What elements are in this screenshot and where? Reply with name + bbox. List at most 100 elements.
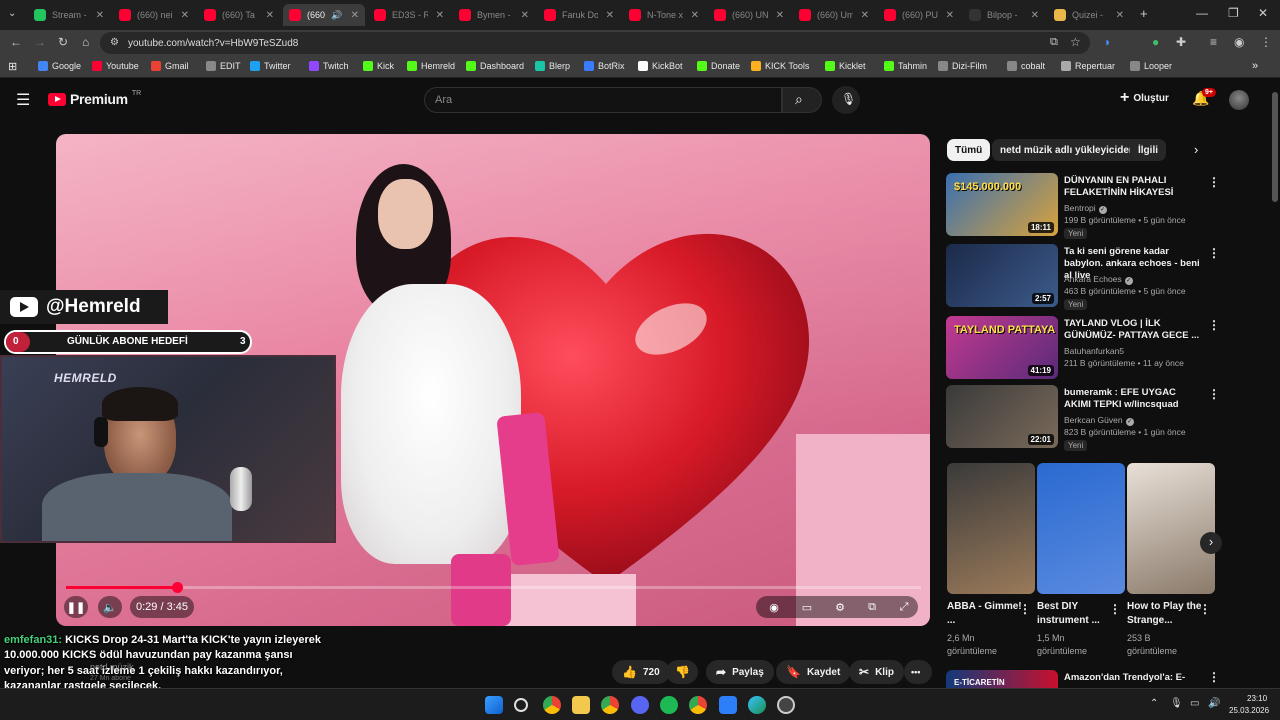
youtube-logo[interactable]: Premium TR: [48, 90, 141, 107]
dislike-button[interactable]: 👎: [666, 660, 698, 684]
browser-tab[interactable]: Faruk Doj ✕: [538, 4, 620, 26]
back-icon[interactable]: ←: [10, 35, 22, 49]
filter-chip[interactable]: netd müzik adlı yükleyiciden: [992, 139, 1144, 161]
tab-audio-icon[interactable]: 🔊: [331, 10, 342, 21]
install-icon[interactable]: ⧉: [1050, 36, 1058, 49]
tab-close-icon[interactable]: ✕: [606, 10, 614, 21]
taskbar-file-explorer-icon[interactable]: [572, 696, 590, 714]
recommendation-channel[interactable]: Berkcan Güven ✓: [1064, 415, 1134, 426]
close-window-icon[interactable]: ✕: [1258, 6, 1268, 20]
bottom-recommendation[interactable]: E-TİCARETİN Amazon'dan Trendyol'a: E- ⋮: [946, 670, 1216, 688]
taskbar-discord-icon[interactable]: [631, 696, 649, 714]
bookmark-item[interactable]: Hemreld: [407, 61, 455, 71]
tab-close-icon[interactable]: ✕: [1031, 10, 1039, 21]
browser-tab[interactable]: ED3S - RI ✕: [368, 4, 450, 26]
shorts-next-button[interactable]: ›: [1200, 532, 1222, 554]
browser-tab[interactable]: Bymen - ✕: [453, 4, 535, 26]
tab-close-icon[interactable]: ✕: [181, 10, 189, 21]
fullscreen-icon[interactable]: ⤢: [896, 596, 912, 618]
short-thumbnail[interactable]: [1037, 463, 1125, 594]
subtitles-icon[interactable]: ▭: [799, 596, 815, 618]
bookmark-item[interactable]: Youtube: [92, 61, 139, 71]
search-button[interactable]: ⌕: [782, 87, 822, 113]
play-pause-button[interactable]: ❚❚: [64, 596, 88, 618]
recommendation-thumbnail[interactable]: TAYLAND PATTAYA 41:19: [946, 316, 1058, 379]
tray-volume-icon[interactable]: 🔊: [1208, 698, 1220, 709]
recommendation-item[interactable]: 22:01 bumeramk : EFE UYGAC AKIMI TEPKI w/…: [946, 385, 1220, 451]
settings-icon[interactable]: ⚙: [832, 596, 848, 618]
scrollbar-thumb[interactable]: [1272, 92, 1278, 202]
reload-icon[interactable]: ↻: [58, 35, 68, 49]
taskbar-search-icon[interactable]: [514, 698, 528, 712]
video-progress-bar[interactable]: [66, 582, 921, 593]
miniplayer-icon[interactable]: ⧉: [864, 596, 880, 618]
filter-chip[interactable]: Tümü: [947, 139, 991, 161]
share-button[interactable]: ➦ Paylaş: [706, 660, 774, 684]
browser-tab[interactable]: (660) Ta k ✕: [198, 4, 280, 26]
page-scrollbar[interactable]: [1270, 78, 1280, 688]
address-bar[interactable]: ⚙ youtube.com/watch?v=HbW9TeSZud8 ⧉ ☆: [100, 32, 1090, 54]
new-tab-button[interactable]: +: [1140, 6, 1148, 21]
recommendation-item[interactable]: 2:57 Ta ki seni görene kadar babylon. ank…: [946, 244, 1220, 310]
recommendation-more-icon[interactable]: ⋮: [1208, 246, 1220, 260]
browser-tab[interactable]: (660) UNL ✕: [708, 4, 790, 26]
bookmark-item[interactable]: Twitch: [309, 61, 349, 71]
recommendation-thumbnail[interactable]: $145.000.000 18:11: [946, 173, 1058, 236]
home-icon[interactable]: ⌂: [82, 35, 89, 49]
bookmark-item[interactable]: KICK Tools: [751, 61, 809, 71]
bookmark-item[interactable]: Donate: [697, 61, 740, 71]
notifications-button[interactable]: 🔔 9+: [1192, 88, 1216, 108]
bookmark-star-icon[interactable]: ☆: [1070, 35, 1081, 49]
tab-close-icon[interactable]: ✕: [266, 10, 274, 21]
tab-close-icon[interactable]: ✕: [521, 10, 529, 21]
bookmark-item[interactable]: Kicklet: [825, 61, 866, 71]
recommendation-item[interactable]: $145.000.000 18:11 DÜNYANIN EN PAHALI FELA…: [946, 173, 1220, 239]
menu-icon[interactable]: ⋮: [1260, 35, 1272, 49]
recommendation-thumbnail[interactable]: 22:01: [946, 385, 1058, 448]
browser-tab[interactable]: (660) PUS ✕: [878, 4, 960, 26]
chips-next-icon[interactable]: ›: [1194, 142, 1198, 157]
bookmark-item[interactable]: Gmail: [151, 61, 189, 71]
bookmark-item[interactable]: Kick: [363, 61, 394, 71]
taskbar-obs-icon[interactable]: [777, 696, 795, 714]
short-more-icon[interactable]: ⋮: [1199, 602, 1211, 616]
taskbar-edge-icon[interactable]: [748, 696, 766, 714]
taskbar-app-icon[interactable]: [719, 696, 737, 714]
bookmark-item[interactable]: BotRix: [584, 61, 625, 71]
extensions-puzzle-icon[interactable]: ✚: [1176, 35, 1186, 49]
bookmarks-overflow[interactable]: »: [1252, 60, 1258, 72]
short-title[interactable]: ABBA - Gimme! ...: [947, 600, 1023, 628]
bookmark-item[interactable]: Twitter: [250, 61, 291, 71]
tray-mic-icon[interactable]: 🎙: [1170, 698, 1183, 709]
bookmark-item[interactable]: Blerp: [535, 61, 570, 71]
short-more-icon[interactable]: ⋮: [1109, 602, 1121, 616]
recommendation-channel[interactable]: Ankara Echoes ✓: [1064, 274, 1133, 285]
site-info-icon[interactable]: ⚙: [110, 37, 119, 48]
browser-tab[interactable]: Stream - ✕: [28, 4, 110, 26]
clock-time[interactable]: 23:10: [1247, 694, 1267, 703]
tray-network-icon[interactable]: ▭: [1190, 698, 1199, 709]
tab-close-icon[interactable]: ✕: [436, 10, 444, 21]
bookmark-item[interactable]: Looper: [1130, 61, 1172, 71]
bookmark-item[interactable]: EDIT: [206, 61, 241, 71]
bottom-rec-more-icon[interactable]: ⋮: [1208, 670, 1216, 684]
bookmark-item[interactable]: Dashboard: [466, 61, 524, 71]
tab-close-icon[interactable]: ✕: [861, 10, 869, 21]
short-title[interactable]: Best DIY instrument ...: [1037, 600, 1113, 628]
apps-icon[interactable]: ⊞: [8, 60, 17, 73]
taskbar-chrome2-icon[interactable]: [689, 696, 707, 714]
clip-button[interactable]: ✂ Klip: [849, 660, 904, 684]
voice-search-button[interactable]: 🎙: [832, 86, 860, 114]
start-windows-icon[interactable]: [485, 696, 503, 714]
tab-close-icon[interactable]: ✕: [776, 10, 784, 21]
clock-date[interactable]: 25.03.2026: [1229, 706, 1269, 715]
recommendation-channel[interactable]: Batuhanfurkan5: [1064, 346, 1124, 356]
tray-chevron-icon[interactable]: ⌃: [1150, 698, 1158, 709]
taskbar-chrome-active-icon[interactable]: [543, 696, 561, 714]
recommendation-thumbnail[interactable]: 2:57: [946, 244, 1058, 307]
filter-chip[interactable]: İlgili: [1130, 139, 1166, 161]
browser-tab[interactable]: N-Tone x ✕: [623, 4, 705, 26]
short-thumbnail[interactable]: [947, 463, 1035, 594]
browser-tab[interactable]: Quizei - ✕: [1048, 4, 1130, 26]
recommendation-more-icon[interactable]: ⋮: [1208, 175, 1220, 189]
